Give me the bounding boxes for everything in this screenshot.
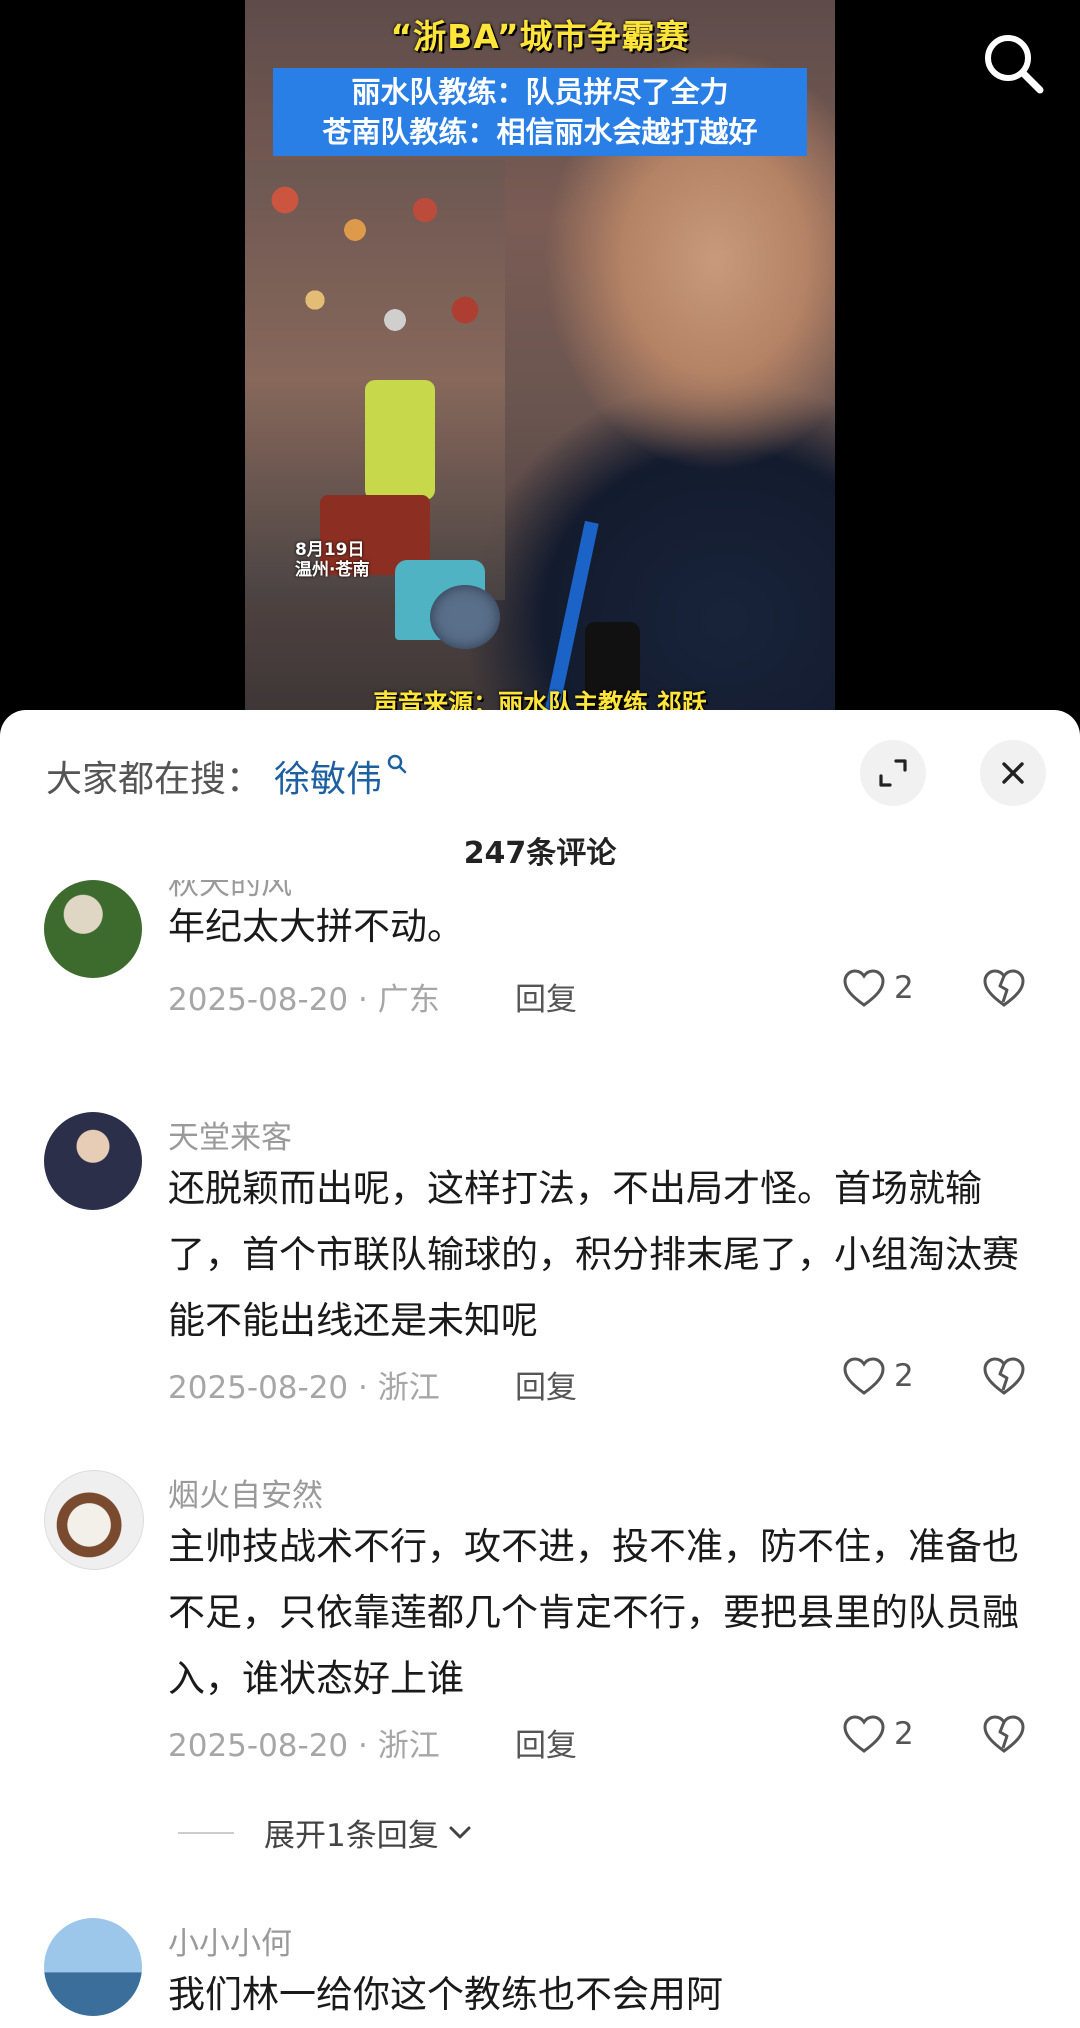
video-player[interactable]: “浙BA”城市争霸赛 丽水队教练：队员拼尽了全力 苍南队教练：相信丽水会越打越好… [0,0,1080,730]
avatar[interactable] [44,1112,142,1210]
video-date: 8月19日 [295,540,365,560]
hot-search-label: 大家都在搜： [46,759,263,800]
reply-button[interactable]: 回复 [515,1362,577,1407]
expand-replies-label: 展开1条回复 [264,1818,439,1854]
avatar[interactable] [44,1918,142,2016]
video-frame: “浙BA”城市争霸赛 丽水队教练：队员拼尽了全力 苍南队教练：相信丽水会越打越好… [245,0,835,730]
expand-icon [879,759,907,787]
comment-text: 还脱颖而出呢，这样打法，不出局才怪。首场就输了，首个市联队输球的，积分排末尾了，… [168,1167,1019,1342]
chevron-down-icon [449,1826,471,1838]
comment-meta: 2025-08-20 · 浙江 [168,1362,440,1407]
comment-item: 烟火自安然 主帅技战术不行，攻不进，投不准，防不住，准备也不足，只依靠莲都几个肯… [0,1470,1080,1790]
like-button[interactable]: 2 [842,1714,914,1754]
comment-username[interactable]: 天堂来客 [168,1112,292,1157]
like-count: 2 [894,1716,914,1752]
like-count: 2 [894,970,914,1006]
comment-region: 浙江 [377,1728,440,1764]
heart-icon [843,1357,885,1395]
comment-username[interactable]: 小小小何 [168,1918,292,1963]
dislike-button[interactable] [982,1714,1026,1758]
meta-separator: · [358,1728,368,1764]
search-button[interactable] [978,28,1050,100]
meta-separator: · [358,982,368,1018]
heart-icon [843,1715,885,1753]
comment-sheet: 大家都在搜： 徐敏伟 247条评论 秋天的风 年纪太大拼不动。 2025-08-… [0,710,1080,2028]
comment-date: 2025-08-20 [168,1728,349,1764]
reply-button[interactable]: 回复 [515,974,577,1019]
comment-region: 广东 [377,982,440,1018]
avatar[interactable] [44,1470,144,1570]
video-location: 温州·苍南 [295,560,370,580]
comment-item: 秋天的风 年纪太大拼不动。 2025-08-20 · 广东 回复 2 [0,880,1080,1060]
divider-line [178,1831,234,1834]
microphone [430,585,500,649]
expand-button[interactable] [860,740,926,806]
meta-separator: · [358,1370,368,1406]
like-button[interactable]: 2 [842,1356,914,1396]
search-small-icon [387,754,407,774]
vest-figure [365,380,435,500]
expand-replies-button[interactable]: 展开1条回复 [178,1810,475,1855]
comment-date: 2025-08-20 [168,982,349,1018]
hot-search-term[interactable]: 徐敏伟 [274,750,382,802]
broken-heart-icon [983,1357,1025,1395]
close-button[interactable] [980,740,1046,806]
video-title-line2: 丽水队教练：队员拼尽了全力 [351,75,729,109]
video-title-line1: “浙BA”城市争霸赛 [390,17,690,56]
video-date-location: 8月19日 温州·苍南 [295,540,369,580]
video-title-line3: 苍南队教练：相信丽水会越打越好 [322,115,758,149]
comment-text: 主帅技战术不行，攻不进，投不准，防不住，准备也不足，只依靠莲都几个肯定不行，要把… [168,1525,1019,1700]
broken-heart-icon [983,1715,1025,1753]
comment-item: 天堂来客 还脱颖而出呢，这样打法，不出局才怪。首场就输了，首个市联队输球的，积分… [0,1112,1080,1432]
close-icon [1002,762,1024,784]
heart-icon [843,969,885,1007]
comment-item: 小小小何 我们林一给你这个教练也不会用阿 [0,1918,1080,2028]
comment-meta: 2025-08-20 · 广东 [168,974,440,1019]
comment-text: 我们林一给你这个教练也不会用阿 [168,1973,723,2016]
avatar[interactable] [44,880,142,978]
comment-region: 浙江 [377,1370,440,1406]
search-icon [985,35,1044,94]
comment-meta: 2025-08-20 · 浙江 [168,1720,440,1765]
comment-count: 247条评论 [463,836,617,871]
like-button[interactable]: 2 [842,968,914,1008]
comment-date: 2025-08-20 [168,1370,349,1406]
comment-text: 年纪太大拼不动。 [168,905,464,948]
dislike-button[interactable] [982,968,1026,1012]
broken-heart-icon [983,969,1025,1007]
dislike-button[interactable] [982,1356,1026,1400]
reply-button[interactable]: 回复 [515,1720,577,1765]
comment-username[interactable]: 烟火自安然 [168,1470,323,1515]
like-count: 2 [894,1358,914,1394]
hot-search-bar[interactable]: 大家都在搜： 徐敏伟 [46,746,408,806]
